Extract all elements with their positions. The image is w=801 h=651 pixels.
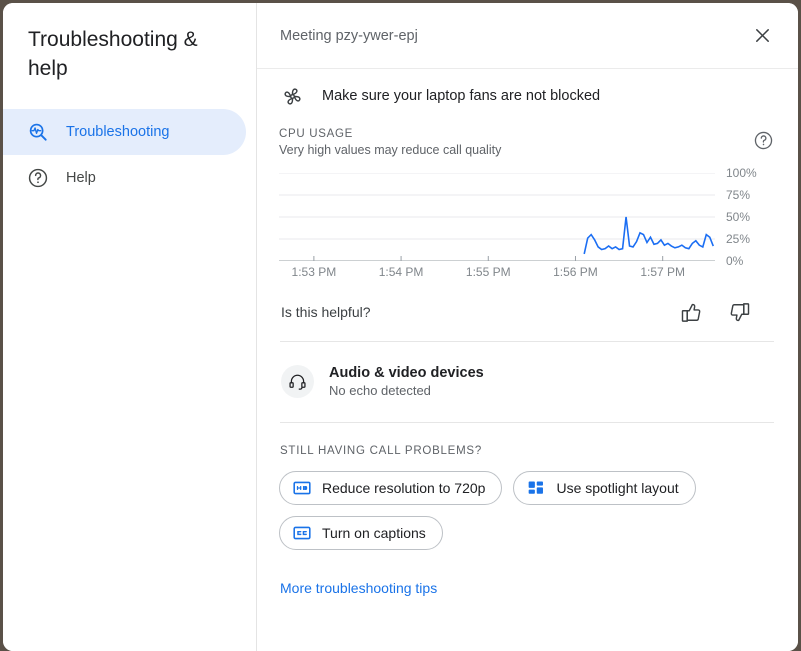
sidebar: Troubleshooting & help Troubleshooting H… <box>3 3 257 651</box>
more-troubleshooting-tips-link[interactable]: More troubleshooting tips <box>280 580 437 596</box>
main-header: Meeting pzy-ywer-epj <box>257 3 798 69</box>
chart-xtick-label: 1:55 PM <box>465 265 511 279</box>
turn-on-captions-button[interactable]: Turn on captions <box>279 516 443 550</box>
chart-ytick-label: 0% <box>726 254 744 268</box>
chart-series-line <box>584 217 713 254</box>
thumb-up-icon[interactable] <box>678 299 704 325</box>
chart-ytick-label: 25% <box>726 232 751 246</box>
chart-ytick-label: 50% <box>726 210 751 224</box>
chart-xtick-label: 1:54 PM <box>378 265 424 279</box>
thumb-down-icon[interactable] <box>726 299 752 325</box>
audio-video-devices-row[interactable]: Audio & video devices No echo detected <box>279 342 774 420</box>
captions-icon <box>293 524 311 542</box>
help-circle-icon[interactable] <box>753 130 774 156</box>
chart-svg <box>279 173 715 261</box>
cpu-usage-chart: 0% 25% 50% 75% 100% 1:53 PM 1:54 PM 1:55 PM 1:5… <box>279 166 774 285</box>
feedback-row: Is this helpful? <box>279 285 774 339</box>
chip-label: Turn on captions <box>322 525 426 541</box>
tip-row: Make sure your laptop fans are not block… <box>279 69 774 123</box>
spotlight-layout-icon <box>527 479 545 497</box>
cpu-usage-label: CPU USAGE <box>279 128 354 140</box>
main-body: Make sure your laptop fans are not block… <box>257 69 798 651</box>
hd-icon <box>293 479 311 497</box>
chart-ytick-label: 100% <box>726 166 757 180</box>
chart-plot-area <box>279 173 715 261</box>
device-title: Audio & video devices <box>329 365 484 381</box>
feedback-buttons <box>678 299 774 325</box>
fan-icon <box>281 85 303 107</box>
chip-label: Reduce resolution to 720p <box>322 480 486 496</box>
device-status: No echo detected <box>329 383 431 398</box>
sidebar-item-label: Troubleshooting <box>66 124 170 140</box>
sidebar-item-troubleshooting[interactable]: Troubleshooting <box>3 109 246 155</box>
close-button[interactable] <box>744 18 780 54</box>
feedback-question: Is this helpful? <box>281 304 371 320</box>
page-title: Troubleshooting & help <box>28 28 198 80</box>
troubleshoot-icon <box>27 121 49 143</box>
headset-icon <box>281 364 314 398</box>
tip-text: Make sure your laptop fans are not block… <box>322 88 601 104</box>
meeting-title: Meeting pzy-ywer-epj <box>280 27 418 44</box>
sidebar-item-label: Help <box>66 170 96 186</box>
still-problems-label: STILL HAVING CALL PROBLEMS? <box>280 445 482 457</box>
chart-xtick-label: 1:56 PM <box>553 265 598 279</box>
cpu-usage-header: CPU USAGE Very high values may reduce ca… <box>279 123 774 157</box>
chip-label: Use spotlight layout <box>556 480 679 496</box>
chart-ytick-label: 75% <box>726 188 751 202</box>
suggested-actions: Reduce resolution to 720p Use spotlight … <box>279 457 774 550</box>
main-panel: Meeting pzy-ywer-epj Make sure your lapt… <box>257 3 798 651</box>
chart-x-axis: 1:53 PM 1:54 PM 1:55 PM 1:56 PM 1:57 PM <box>279 265 715 285</box>
sidebar-item-help[interactable]: Help <box>3 155 246 201</box>
cpu-usage-subtitle: Very high values may reduce call quality <box>279 143 502 157</box>
chart-xtick-label: 1:57 PM <box>640 265 686 279</box>
use-spotlight-layout-button[interactable]: Use spotlight layout <box>513 471 696 505</box>
chart-y-axis: 0% 25% 50% 75% 100% <box>718 166 774 268</box>
troubleshooting-dialog: Troubleshooting & help Troubleshooting H… <box>3 3 798 651</box>
sidebar-nav: Troubleshooting Help <box>3 109 256 201</box>
reduce-resolution-button[interactable]: Reduce resolution to 720p <box>279 471 503 505</box>
help-circle-icon <box>27 167 49 189</box>
chart-xtick-label: 1:53 PM <box>291 265 337 279</box>
